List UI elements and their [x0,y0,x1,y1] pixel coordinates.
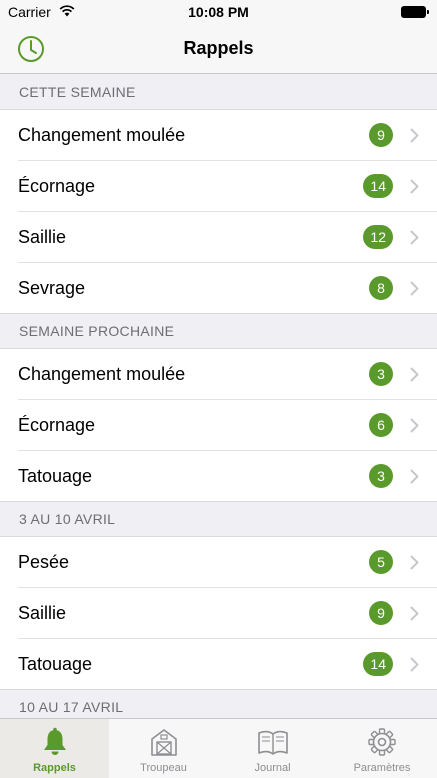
chevron-right-icon [410,418,419,433]
list-item[interactable]: Écornage 14 [0,161,437,212]
list-item-label: Changement moulée [18,125,186,145]
list-item-label: Tatouage [18,654,93,674]
count-badge: 3 [369,362,393,386]
section-header: 3 AU 10 AVRIL [0,502,437,537]
section-header: 10 AU 17 AVRIL [0,690,437,718]
count-badge: 6 [369,413,393,437]
page-title: Rappels [183,38,254,58]
reminders-list[interactable]: CETTE SEMAINE Changement moulée 9 Écornage 1… [0,75,437,718]
list-item-label: Écornage [18,415,96,435]
section-header: CETTE SEMAINE [0,75,437,110]
tab-label: Rappels [33,762,76,774]
tab-bar: Rappels Troupeau Journal Paramètres [0,718,437,778]
tab-label: Journal [254,762,291,774]
gear-icon [366,727,398,757]
chevron-right-icon [410,281,419,296]
list-item[interactable]: Saillie 9 [0,588,437,639]
chevron-right-icon [410,230,419,245]
list-item[interactable]: Écornage 6 [0,400,437,451]
tab-rappels[interactable]: Rappels [0,719,109,778]
barn-icon [148,727,180,757]
section-header: SEMAINE PROCHAINE [0,314,437,349]
row-divider [0,313,437,314]
count-badge: 12 [363,225,393,249]
count-badge: 9 [369,601,393,625]
chevron-right-icon [410,128,419,143]
book-icon [257,727,289,757]
chevron-right-icon [410,179,419,194]
count-badge: 14 [363,652,393,676]
chevron-right-icon [410,657,419,672]
count-badge: 5 [369,550,393,574]
list-item[interactable]: Changement moulée 9 [0,110,437,161]
list-item[interactable]: Pesée 5 [0,537,437,588]
list-item-label: Écornage [18,176,96,196]
row-divider [0,501,437,502]
list-item-label: Pesée [18,552,70,572]
list-item[interactable]: Tatouage 14 [0,639,437,690]
count-badge: 14 [363,174,393,198]
list-item-label: Tatouage [18,466,93,486]
list-item[interactable]: Tatouage 3 [0,451,437,502]
tab-paramètres[interactable]: Paramètres [328,719,436,778]
count-badge: 3 [369,464,393,488]
count-badge: 9 [369,123,393,147]
chevron-right-icon [410,555,419,570]
row-divider [0,689,437,690]
chevron-right-icon [410,469,419,484]
clock-time: 10:08 PM [188,4,249,20]
tab-journal[interactable]: Journal [218,719,327,778]
chevron-right-icon [410,606,419,621]
tab-label: Troupeau [140,762,187,774]
list-item-label: Changement moulée [18,364,186,384]
status-bar: Carrier 10:08 PM [0,0,437,26]
bell-icon [39,727,71,757]
chevron-right-icon [410,367,419,382]
battery-icon [401,6,429,18]
tab-troupeau[interactable]: Troupeau [109,719,218,778]
list-item[interactable]: Changement moulée 3 [0,349,437,400]
list-item[interactable]: Saillie 12 [0,212,437,263]
list-item-label: Sevrage [18,278,86,298]
tab-label: Paramètres [353,762,411,774]
navigation-bar: Rappels [0,26,437,74]
list-item[interactable]: Sevrage 8 [0,263,437,314]
list-item-label: Saillie [18,227,67,247]
count-badge: 8 [369,276,393,300]
list-item-label: Saillie [18,603,67,623]
